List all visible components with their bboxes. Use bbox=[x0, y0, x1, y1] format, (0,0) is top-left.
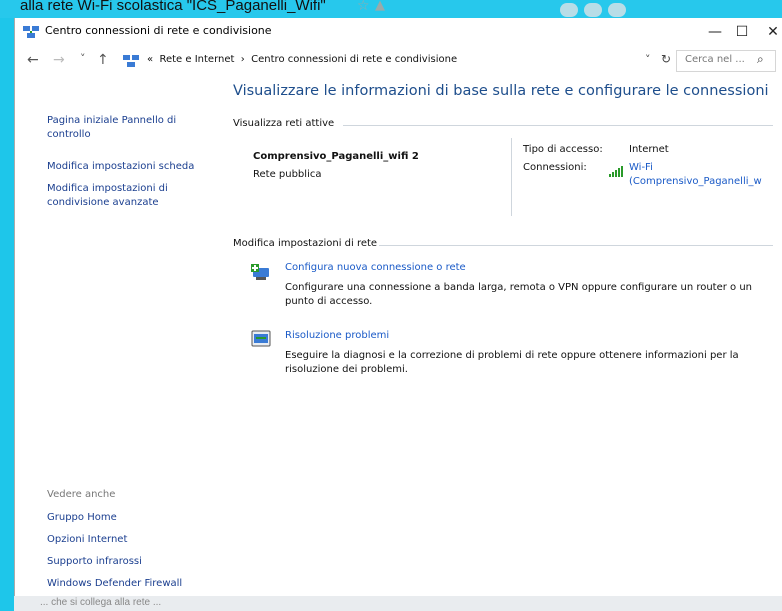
troubleshoot-description: Eseguire la diagnosi e la correzione di … bbox=[285, 350, 739, 375]
see-also-label: Vedere anche bbox=[47, 489, 116, 500]
search-placeholder: Cerca nel ... bbox=[685, 54, 745, 65]
active-networks-label: Visualizza reti attive bbox=[233, 118, 335, 129]
background-bottom-text: ... che si collega alla rete ... bbox=[40, 597, 162, 608]
up-arrow-icon[interactable]: ↑ bbox=[97, 52, 109, 68]
section-divider bbox=[379, 245, 773, 246]
vertical-divider bbox=[511, 138, 512, 216]
access-type-label: Tipo di accesso: bbox=[523, 144, 603, 155]
chevron-down-icon[interactable]: ˅ bbox=[645, 53, 651, 66]
sidebar-item-sharing-settings[interactable]: Modifica impostazioni di condivisione av… bbox=[47, 182, 187, 210]
address-bar[interactable]: « Rete e Internet › Centro connessioni d… bbox=[119, 50, 671, 72]
sidebar-item-infrared[interactable]: Supporto infrarossi bbox=[47, 555, 217, 569]
access-type-value: Internet bbox=[629, 144, 669, 155]
sidebar-item-firewall[interactable]: Windows Defender Firewall bbox=[47, 577, 217, 591]
main-content: Visualizzare le informazioni di base sul… bbox=[233, 76, 782, 596]
desktop-left-strip bbox=[0, 18, 14, 611]
sidebar-item-internet-options[interactable]: Opzioni Internet bbox=[47, 533, 217, 547]
breadcrumb: « Rete e Internet › Centro connessioni d… bbox=[147, 54, 457, 65]
breadcrumb-separator-icon: › bbox=[240, 54, 245, 65]
background-caption: alla rete Wi-Fi scolastica "ICS_Paganell… bbox=[20, 0, 326, 14]
title-bar: Centro connessioni di rete e condivision… bbox=[15, 18, 782, 46]
address-toolbar: ← → ˅ ↑ « Rete e Internet › Centro conne… bbox=[15, 46, 782, 76]
network-settings-label: Modifica impostazioni di rete bbox=[233, 238, 378, 249]
network-app-icon bbox=[123, 53, 139, 72]
wifi-signal-icon bbox=[609, 162, 623, 181]
breadcrumb-rete-internet[interactable]: Rete e Internet bbox=[159, 54, 234, 65]
setup-new-connection-link[interactable]: Configura nuova connessione o rete bbox=[285, 262, 466, 273]
star-icon: ☆ bbox=[357, 0, 370, 14]
wifi-connection-ssid-link[interactable]: (Comprensivo_Paganelli_w bbox=[629, 176, 762, 187]
sidebar: Pagina iniziale Pannello di controllo Mo… bbox=[15, 76, 225, 596]
forward-arrow-icon[interactable]: → bbox=[53, 52, 65, 68]
section-divider bbox=[343, 125, 773, 126]
network-type-link[interactable]: Rete pubblica bbox=[253, 169, 321, 180]
sidebar-item-home[interactable]: Pagina iniziale Pannello di controllo bbox=[47, 114, 217, 142]
refresh-icon[interactable]: ↻ bbox=[661, 52, 671, 66]
wifi-connection-link[interactable]: Wi-Fi bbox=[629, 162, 653, 173]
network-app-icon bbox=[23, 24, 39, 43]
network-center-window: Centro connessioni di rete e condivision… bbox=[14, 18, 782, 596]
search-icon[interactable]: ⌕ bbox=[757, 52, 764, 67]
sidebar-item-adapter-settings[interactable]: Modifica impostazioni scheda bbox=[47, 160, 217, 174]
sidebar-item-homegroup[interactable]: Gruppo Home bbox=[47, 511, 217, 525]
recent-locations-icon[interactable]: ˅ bbox=[80, 52, 86, 65]
page-title: Visualizzare le informazioni di base sul… bbox=[233, 83, 769, 99]
new-connection-icon bbox=[251, 264, 273, 286]
troubleshoot-icon bbox=[251, 330, 271, 352]
overflow-chevron-icon[interactable]: « bbox=[147, 54, 153, 65]
back-arrow-icon[interactable]: ← bbox=[27, 52, 39, 68]
search-input[interactable]: Cerca nel ... ⌕ bbox=[676, 50, 776, 72]
troubleshoot-link[interactable]: Risoluzione problemi bbox=[285, 330, 389, 341]
window-title: Centro connessioni di rete e condivision… bbox=[45, 24, 272, 37]
drive-icon: ▲ bbox=[375, 0, 385, 13]
network-name: Comprensivo_Paganelli_wifi 2 bbox=[253, 151, 419, 162]
connections-label: Connessioni: bbox=[523, 162, 587, 173]
close-button[interactable]: ✕ bbox=[753, 18, 782, 46]
breadcrumb-current[interactable]: Centro connessioni di rete e condivision… bbox=[251, 54, 457, 65]
setup-new-connection-description: Configurare una connessione a banda larg… bbox=[285, 282, 753, 307]
